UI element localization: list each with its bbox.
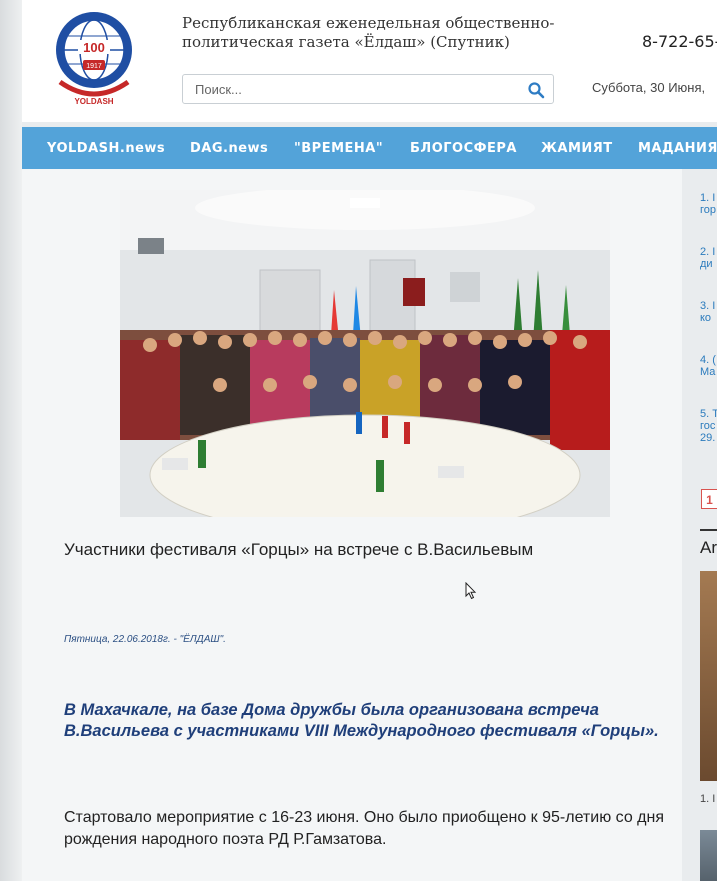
sidebar-item-line: ко (700, 312, 712, 324)
nav-item-vremena[interactable]: "ВРЕМЕНА" (294, 127, 383, 169)
svg-text:1917: 1917 (86, 63, 102, 70)
sidebar-news-item[interactable]: 5. Т гос 29. (700, 408, 717, 444)
newspaper-logo[interactable]: 100 1917 YOLDASH (52, 10, 136, 106)
article-meta: Пятница, 22.06.2018г. - "ЁЛДАШ". (64, 634, 226, 645)
article-lead: В Махачкале, на базе Дома дружбы была ор… (64, 701, 659, 740)
svg-text:100: 100 (83, 40, 105, 55)
nav-item-madaniyat[interactable]: МАДАНИЯТ (638, 127, 717, 169)
sidebar-item-line: ди (700, 258, 713, 270)
site-header: 100 1917 YOLDASH Республиканская еженеде… (22, 0, 717, 122)
sidebar-photo[interactable] (700, 830, 717, 881)
sidebar-item-line: гос (700, 420, 716, 432)
window-shadow (0, 0, 22, 881)
main-nav: YOLDASH.news DAG.news "ВРЕМЕНА" БЛОГОСФЕ… (22, 127, 717, 169)
current-date: Суббота, 30 Июня, (592, 80, 706, 95)
search-icon[interactable] (527, 81, 545, 99)
sidebar-photo-caption[interactable]: 1. I (700, 793, 717, 805)
sidebar-page-button[interactable]: 1 (701, 489, 717, 509)
sidebar-news-item[interactable]: 3. I ко (700, 300, 717, 324)
sidebar-item-line: 2. I (700, 246, 716, 258)
sidebar-item-line: 29. (700, 432, 716, 444)
sidebar-news-item[interactable]: 4. ( Ма (700, 354, 717, 378)
article-body: Стартовало мероприятие с 16-23 июня. Оно… (64, 809, 664, 848)
search-box (182, 74, 554, 104)
nav-item-zhamiyat[interactable]: ЖАМИЯТ (541, 127, 613, 169)
sidebar-item-line: 1. I (700, 192, 716, 204)
nav-item-yoldash-news[interactable]: YOLDASH.news (47, 127, 165, 169)
sidebar-heading: Ar (700, 538, 717, 557)
article-photo[interactable] (120, 190, 610, 517)
sidebar-item-line: 5. Т (700, 408, 717, 420)
sidebar-item-line: 3. I (700, 300, 716, 312)
mouse-cursor-icon (465, 582, 477, 600)
phone-number[interactable]: 8-722-65-0 (642, 32, 717, 51)
page: 100 1917 YOLDASH Республиканская еженеде… (0, 0, 717, 881)
search-input[interactable] (193, 81, 517, 98)
sidebar-item-line: Ма (700, 366, 716, 378)
sidebar-divider (700, 529, 717, 531)
sidebar-news-item[interactable]: 1. I гор (700, 192, 717, 216)
sidebar-photo[interactable] (700, 571, 717, 781)
sidebar-item-line: гор (700, 204, 717, 216)
photo-caption: Участники фестиваля «Горцы» на встрече с… (64, 540, 534, 559)
nav-item-dag-news[interactable]: DAG.news (190, 127, 268, 169)
sidebar-news-item[interactable]: 2. I ди (700, 246, 717, 270)
sidebar-item-line: 4. ( (700, 354, 716, 366)
site-tagline: Республиканская еженедельная общественно… (182, 14, 555, 51)
nav-item-blogosfera[interactable]: БЛОГОСФЕРА (410, 127, 517, 169)
svg-text:YOLDASH: YOLDASH (74, 97, 113, 106)
